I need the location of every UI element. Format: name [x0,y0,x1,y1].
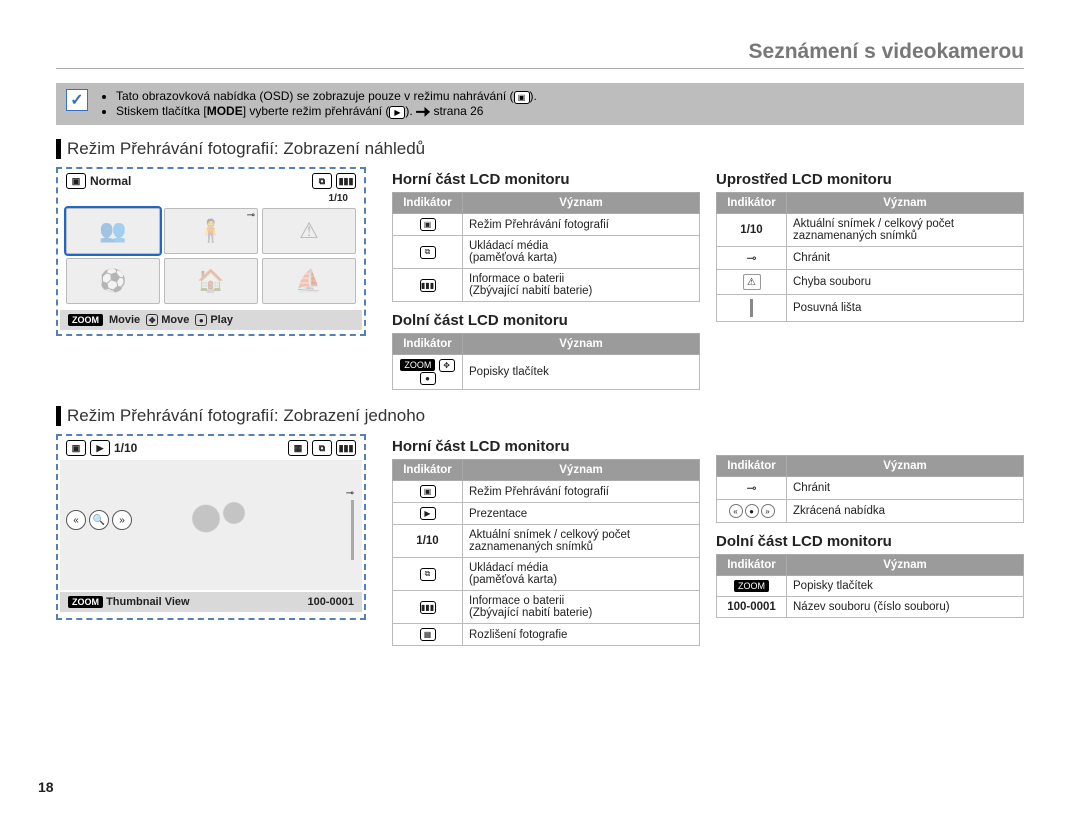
zoom-chip: ZOOM [68,314,103,326]
lcd-thumbnail-preview: ▣ Normal ⧉ ▮▮▮ 1/10 👥 🧍⊸ ⚠ ⚽ 🏠 ⛵ [56,167,366,336]
card-icon: ⧉ [420,568,436,581]
thumb-cell[interactable]: ⚽ [66,258,160,304]
scrollbar-icon [750,299,753,317]
check-icon: ✓ [66,89,88,111]
card-icon: ⧉ [312,440,332,456]
movie-hint: Movie [109,314,140,326]
subhead-bottom-lcd-2: Dolní část LCD monitoru [716,533,1024,550]
battery-icon: ▮▮▮ [420,601,436,614]
prev-icon: « [729,504,743,518]
thumb-cell[interactable]: ⛵ [262,258,356,304]
prev-icon[interactable]: « [66,510,86,530]
battery-icon: ▮▮▮ [420,279,436,292]
zoom-chip-icon: ZOOM [400,359,435,371]
move-hint: ✥Move [146,314,189,326]
resolution-icon: ▦ [288,440,308,456]
play-hint: ●Play [195,314,233,326]
zoom-chip: ZOOM [68,596,103,608]
resolution-icon: ▦ [420,628,436,641]
protect-icon: ⊸ [746,481,756,495]
dpad-icon: ✥ [439,359,455,372]
slideshow-icon: ▶ [90,440,110,456]
table-right-2a: IndikátorVýznam ⊸Chránit « ● » Zkrácená … [716,455,1024,523]
subhead-top-lcd: Horní část LCD monitoru [392,171,700,188]
page-number: 18 [38,779,54,795]
subhead-mid-lcd: Uprostřed LCD monitoru [716,171,1024,188]
table-mid-lcd-1: IndikátorVýznam 1/10Aktuální snímek / ce… [716,192,1024,322]
battery-icon: ▮▮▮ [336,173,356,189]
lcd-normal-label: Normal [90,174,131,188]
protect-icon: ⊸ [746,251,756,265]
file-number: 100-0001 [308,596,355,608]
playback-controls[interactable]: « 🔍 » [66,510,132,530]
ok-icon: ● [420,372,436,385]
lcd2-counter: 1/10 [114,441,137,455]
subhead-bottom-lcd: Dolní část LCD monitoru [392,312,700,329]
card-icon: ⧉ [420,246,436,259]
play-mode-icon: ▶ [389,106,405,119]
thumbnail-view-hint: Thumbnail View [106,596,190,608]
table-top-lcd-2: IndikátorVýznam ▣Režim Přehrávání fotogr… [392,459,700,646]
lcd-counter: 1/10 [58,193,364,204]
battery-icon: ▮▮▮ [336,440,356,456]
arrow-ref-icon [416,107,430,117]
photo-play-icon: ▣ [420,218,436,231]
thumb-cell[interactable]: 👥 [66,208,160,254]
info-box: ✓ Tato obrazovková nabídka (OSD) se zobr… [56,83,1024,125]
table-bottom-lcd-1: IndikátorVýznam ZOOM ✥ ●Popisky tlačítek [392,333,700,390]
thumb-cell[interactable]: ⚠ [262,208,356,254]
card-icon: ⧉ [312,173,332,189]
slideshow-icon: ▶ [420,507,436,520]
section-heading-single: Režim Přehrávání fotografií: Zobrazení j… [56,406,1024,426]
photo-mode-icon: ▣ [514,91,530,104]
thumb-cell[interactable]: 🏠 [164,258,258,304]
next-icon: » [761,504,775,518]
zoom-chip-icon: ZOOM [734,580,769,592]
warning-icon: ⚠ [743,274,761,290]
section-heading-thumbnail: Režim Přehrávání fotografií: Zobrazení n… [56,139,1024,159]
zoom-icon[interactable]: 🔍 [89,510,109,530]
info-line-2: Stiskem tlačítka [MODE] vyberte režim př… [116,104,537,119]
protect-icon: ⊸ [346,488,354,499]
page-title: Seznámení s videokamerou [56,40,1024,69]
scrollbar-icon [351,500,354,560]
menu-icon: ● [745,504,759,518]
table-right-2b: IndikátorVýznam ZOOMPopisky tlačítek 100… [716,554,1024,618]
next-icon[interactable]: » [112,510,132,530]
photo-play-icon: ▣ [420,485,436,498]
subhead-top-lcd-2: Horní část LCD monitoru [392,438,700,455]
photo-play-icon: ▣ [66,440,86,456]
info-line-1: Tato obrazovková nabídka (OSD) se zobraz… [116,89,537,104]
photo-play-icon: ▣ [66,173,86,189]
table-top-lcd-1: IndikátorVýznam ▣Režim Přehrávání fotogr… [392,192,700,302]
thumb-cell[interactable]: 🧍⊸ [164,208,258,254]
lcd-single-preview: ▣ ▶ 1/10 ▦ ⧉ ▮▮▮ « 🔍 » [56,434,366,620]
